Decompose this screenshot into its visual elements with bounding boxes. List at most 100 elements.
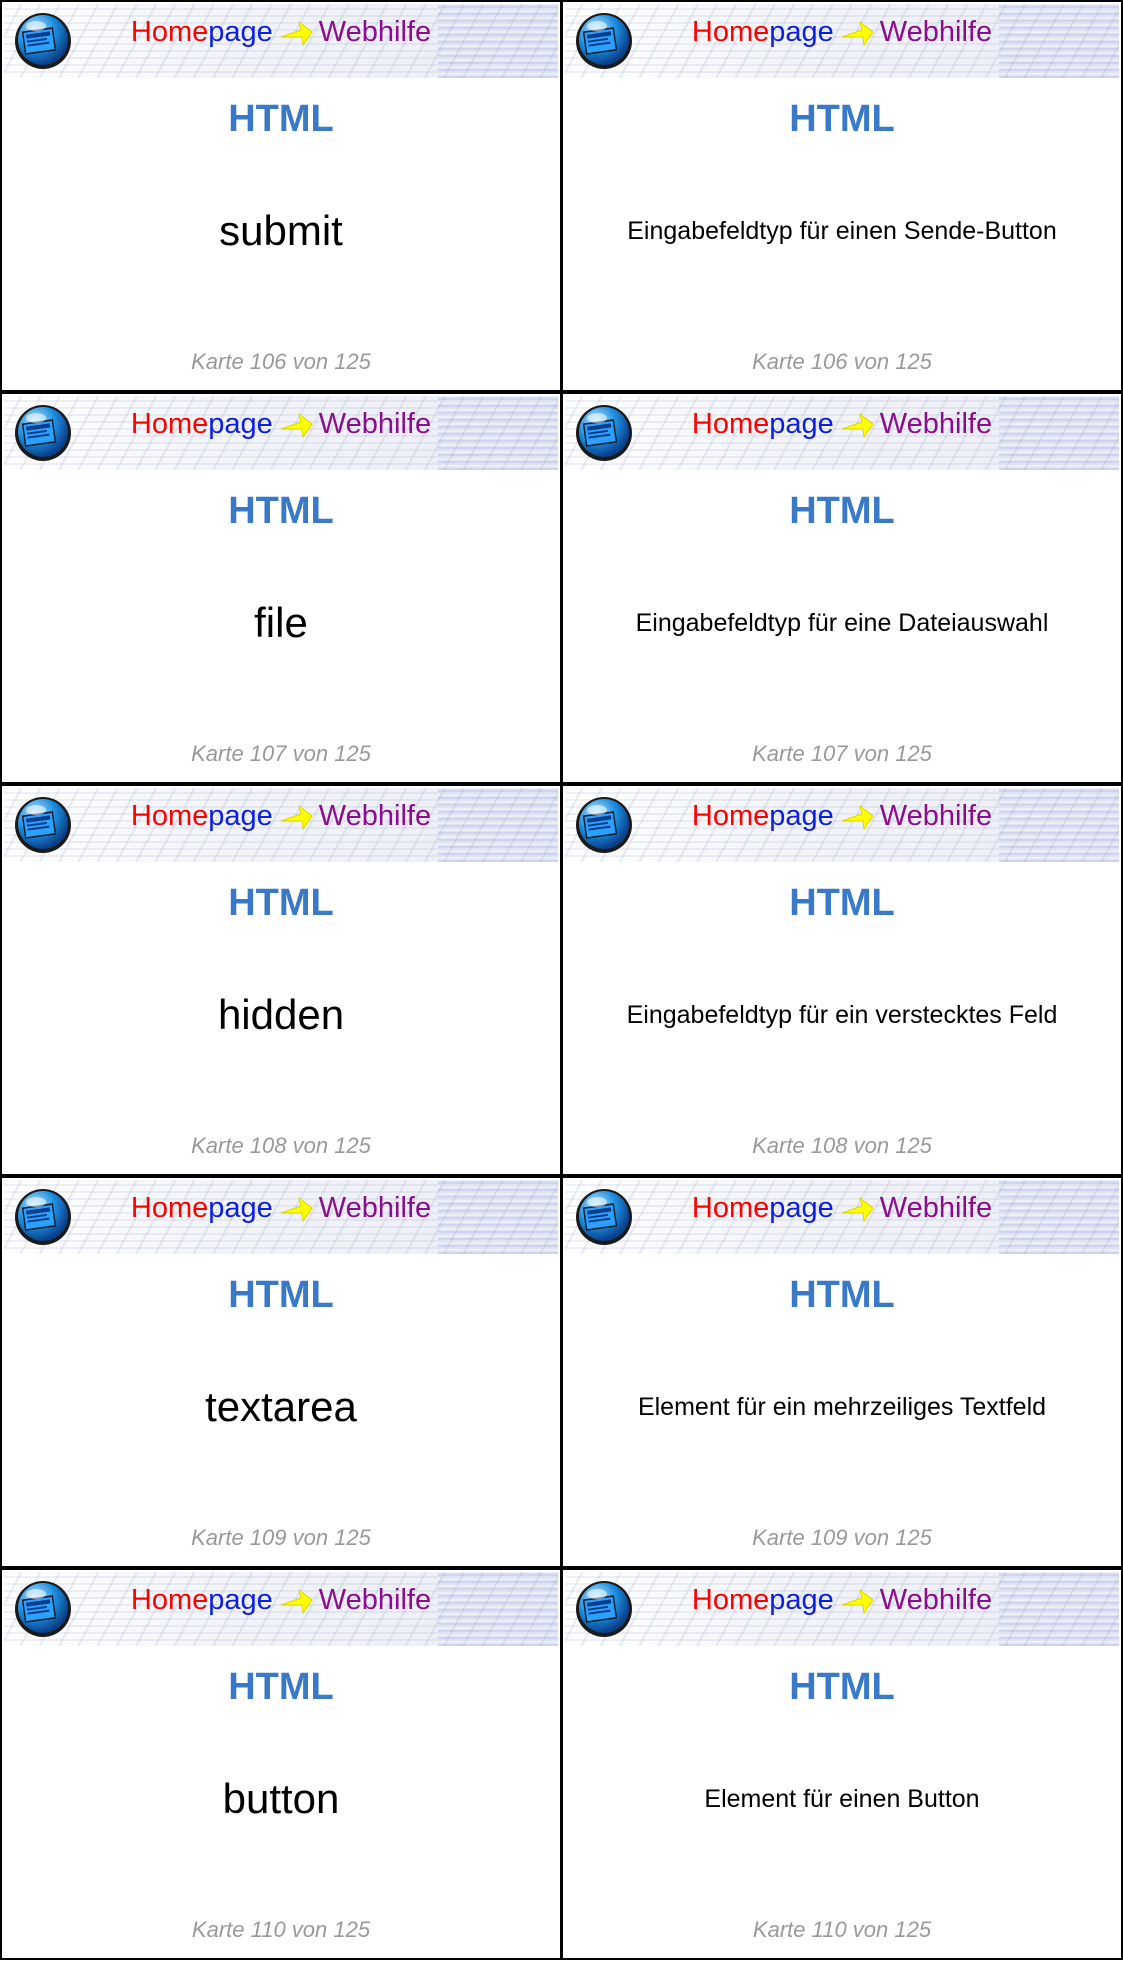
card-title: HTML [228,1666,334,1708]
card-counter: Karte 106 von 125 [191,349,371,374]
arrow-icon [280,21,313,47]
flashcard-sheet: Homepage Webhilfe HTML submit Karte 106 v… [0,0,1123,1964]
arrow-icon [841,21,874,47]
card-counter: Karte 110 von 125 [752,1917,932,1942]
card-counter: Karte 106 von 125 [752,349,932,374]
card-title: HTML [228,1274,334,1316]
brand-web: Webhilfe [879,16,993,48]
card-banner: Homepage Webhilfe [4,4,558,78]
flashcard-back: Homepage Webhilfe HTML Eingabefeldtyp für… [561,392,1123,784]
card-counter: Karte 109 von 125 [191,1525,371,1550]
card-counter: Karte 109 von 125 [752,1525,932,1550]
flashcard-front: Homepage Webhilfe HTML button Karte 110 v… [0,1568,562,1960]
flashcard-front: Homepage Webhilfe HTML file Karte 107 von… [0,392,562,784]
card-title: HTML [228,490,334,532]
brand-home: Home [691,800,770,832]
brand-home: Home [130,408,209,440]
brand-page: page [208,1192,273,1224]
flashcard-back: Homepage Webhilfe HTML Element für ein me… [561,1176,1123,1568]
brand-web: Webhilfe [318,16,432,48]
brand-page: page [769,1584,834,1616]
banner-brand: Homepage Webhilfe [565,1584,1119,1617]
card-definition: Eingabefeldtyp für eine Dateiauswahl [635,609,1049,637]
brand-page: page [769,408,834,440]
card-title: HTML [789,490,895,532]
flashcard-back: Homepage Webhilfe HTML Eingabefeldtyp für… [561,0,1123,392]
brand-page: page [769,1192,834,1224]
card-title: HTML [789,882,895,924]
brand-home: Home [130,800,209,832]
card-counter: Karte 107 von 125 [191,741,371,766]
card-counter: Karte 110 von 125 [191,1917,371,1942]
card-banner: Homepage Webhilfe [565,1180,1119,1254]
flashcard-back: Homepage Webhilfe HTML Element für einen … [561,1568,1123,1960]
arrow-icon [841,413,874,439]
card-title: HTML [789,1274,895,1316]
brand-home: Home [130,1192,209,1224]
flashcard-front: Homepage Webhilfe HTML submit Karte 106 v… [0,0,562,392]
banner-brand: Homepage Webhilfe [4,1192,558,1225]
arrow-icon [280,413,313,439]
brand-home: Home [691,16,770,48]
brand-home: Home [130,16,209,48]
card-banner: Homepage Webhilfe [4,1180,558,1254]
card-term: hidden [217,991,345,1038]
brand-home: Home [691,1584,770,1616]
brand-web: Webhilfe [879,1192,993,1224]
card-banner: Homepage Webhilfe [4,788,558,862]
arrow-icon [280,805,313,831]
brand-page: page [208,1584,273,1616]
card-banner: Homepage Webhilfe [565,396,1119,470]
card-title: HTML [228,882,334,924]
brand-page: page [769,16,834,48]
banner-brand: Homepage Webhilfe [4,1584,558,1617]
arrow-icon [280,1197,313,1223]
card-definition: Eingabefeldtyp für ein verstecktes Feld [626,1001,1058,1029]
card-term: textarea [205,1383,357,1430]
arrow-icon [280,1589,313,1615]
card-term: submit [219,207,343,254]
banner-brand: Homepage Webhilfe [565,800,1119,833]
brand-home: Home [691,408,770,440]
banner-brand: Homepage Webhilfe [565,16,1119,49]
card-title: HTML [789,1666,895,1708]
card-definition: Element für ein mehrzeiliges Textfeld [637,1393,1047,1421]
card-definition: Eingabefeldtyp für einen Sende-Button [627,217,1057,245]
flashcard-front: Homepage Webhilfe HTML textarea Karte 109… [0,1176,562,1568]
card-title: HTML [228,98,334,140]
brand-web: Webhilfe [879,1584,993,1616]
brand-page: page [208,408,273,440]
flashcard-front: Homepage Webhilfe HTML hidden Karte 108 v… [0,784,562,1176]
arrow-icon [841,1589,874,1615]
card-banner: Homepage Webhilfe [565,4,1119,78]
brand-web: Webhilfe [318,408,432,440]
card-counter: Karte 108 von 125 [752,1133,932,1158]
brand-web: Webhilfe [879,800,993,832]
banner-brand: Homepage Webhilfe [4,16,558,49]
banner-brand: Homepage Webhilfe [4,408,558,441]
card-banner: Homepage Webhilfe [565,1572,1119,1646]
banner-brand: Homepage Webhilfe [4,800,558,833]
brand-web: Webhilfe [879,408,993,440]
card-banner: Homepage Webhilfe [4,396,558,470]
brand-page: page [769,800,834,832]
brand-page: page [208,800,273,832]
card-counter: Karte 108 von 125 [191,1133,371,1158]
banner-brand: Homepage Webhilfe [565,1192,1119,1225]
brand-page: page [208,16,273,48]
brand-home: Home [691,1192,770,1224]
brand-web: Webhilfe [318,1192,432,1224]
card-banner: Homepage Webhilfe [565,788,1119,862]
banner-brand: Homepage Webhilfe [565,408,1119,441]
card-counter: Karte 107 von 125 [752,741,932,766]
card-title: HTML [789,98,895,140]
flashcard-back: Homepage Webhilfe HTML Eingabefeldtyp für… [561,784,1123,1176]
card-term: button [222,1775,340,1822]
arrow-icon [841,805,874,831]
brand-web: Webhilfe [318,800,432,832]
brand-web: Webhilfe [318,1584,432,1616]
card-banner: Homepage Webhilfe [4,1572,558,1646]
arrow-icon [841,1197,874,1223]
card-term: file [254,599,308,646]
card-definition: Element für einen Button [704,1785,980,1813]
